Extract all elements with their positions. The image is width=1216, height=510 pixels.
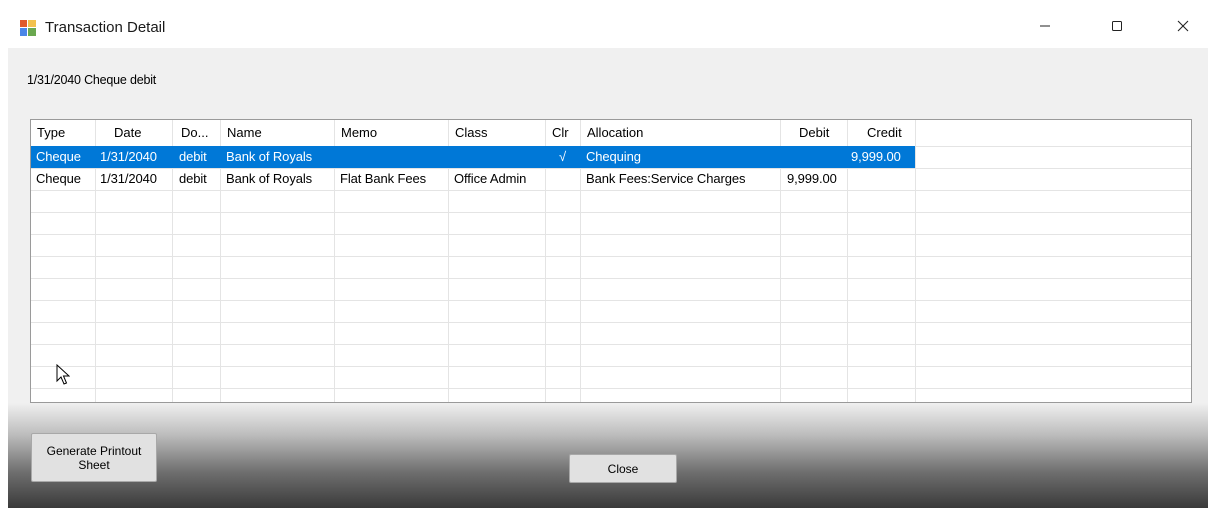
row-divider <box>31 322 1191 323</box>
row-divider <box>31 388 1191 389</box>
column-header-credit[interactable]: Credit <box>867 125 902 140</box>
column-header-clr[interactable]: Clr <box>552 125 569 140</box>
cell-date: 1/31/2040 <box>100 149 157 164</box>
table-row[interactable]: Cheque 1/31/2040 debit Bank of Royals √ … <box>31 146 1191 168</box>
column-header-type[interactable]: Type <box>37 125 65 140</box>
generate-printout-button[interactable]: Generate Printout Sheet <box>31 433 157 482</box>
maximize-button[interactable] <box>1094 8 1140 48</box>
transaction-grid[interactable]: Type Date Do... Name Memo Class Clr Allo… <box>30 119 1192 403</box>
close-icon <box>1177 19 1189 37</box>
row-divider <box>31 190 1191 191</box>
row-divider <box>31 212 1191 213</box>
cell-doc: debit <box>179 149 207 164</box>
column-header-memo[interactable]: Memo <box>341 125 377 140</box>
app-window-icon <box>19 19 37 37</box>
transaction-summary: 1/31/2040 Cheque debit <box>27 73 157 87</box>
cell-cleared: √ <box>559 149 567 164</box>
column-header-class[interactable]: Class <box>455 125 488 140</box>
row-divider <box>31 256 1191 257</box>
cell-credit: 9,999.00 <box>851 149 901 164</box>
cell-allocation: Bank Fees:Service Charges <box>586 171 746 186</box>
column-header-name[interactable]: Name <box>227 125 262 140</box>
transaction-detail-window: Transaction Detail 1/31/2040 Cheque debi… <box>8 8 1208 508</box>
column-header-allocation[interactable]: Allocation <box>587 125 643 140</box>
cell-debit: 9,999.00 <box>787 171 837 186</box>
title-bar[interactable]: Transaction Detail <box>8 8 1208 48</box>
cell-name: Bank of Royals <box>226 171 313 186</box>
row-divider <box>31 344 1191 345</box>
cell-class: Office Admin <box>454 171 527 186</box>
cell-type: Cheque <box>36 149 81 164</box>
cell-memo: Flat Bank Fees <box>340 171 427 186</box>
column-header-doc[interactable]: Do... <box>181 125 208 140</box>
mouse-pointer-icon <box>56 363 71 391</box>
cell-doc: debit <box>179 171 207 186</box>
minimize-button[interactable] <box>1022 8 1068 48</box>
table-row[interactable]: Cheque 1/31/2040 debit Bank of Royals Fl… <box>31 168 1191 190</box>
row-divider <box>31 366 1191 367</box>
cell-date: 1/31/2040 <box>100 171 157 186</box>
window-title: Transaction Detail <box>45 19 166 36</box>
cell-name: Bank of Royals <box>226 149 313 164</box>
close-button[interactable]: Close <box>569 454 677 483</box>
row-divider <box>31 300 1191 301</box>
maximize-icon <box>1111 19 1123 37</box>
minimize-icon <box>1039 19 1051 37</box>
cell-type: Cheque <box>36 171 81 186</box>
column-header-date[interactable]: Date <box>114 125 141 140</box>
column-header-debit[interactable]: Debit <box>799 125 829 140</box>
cell-allocation: Chequing <box>586 149 641 164</box>
row-selection-highlight <box>31 146 915 168</box>
row-divider <box>31 278 1191 279</box>
row-divider <box>31 234 1191 235</box>
window-close-button[interactable] <box>1160 8 1206 48</box>
